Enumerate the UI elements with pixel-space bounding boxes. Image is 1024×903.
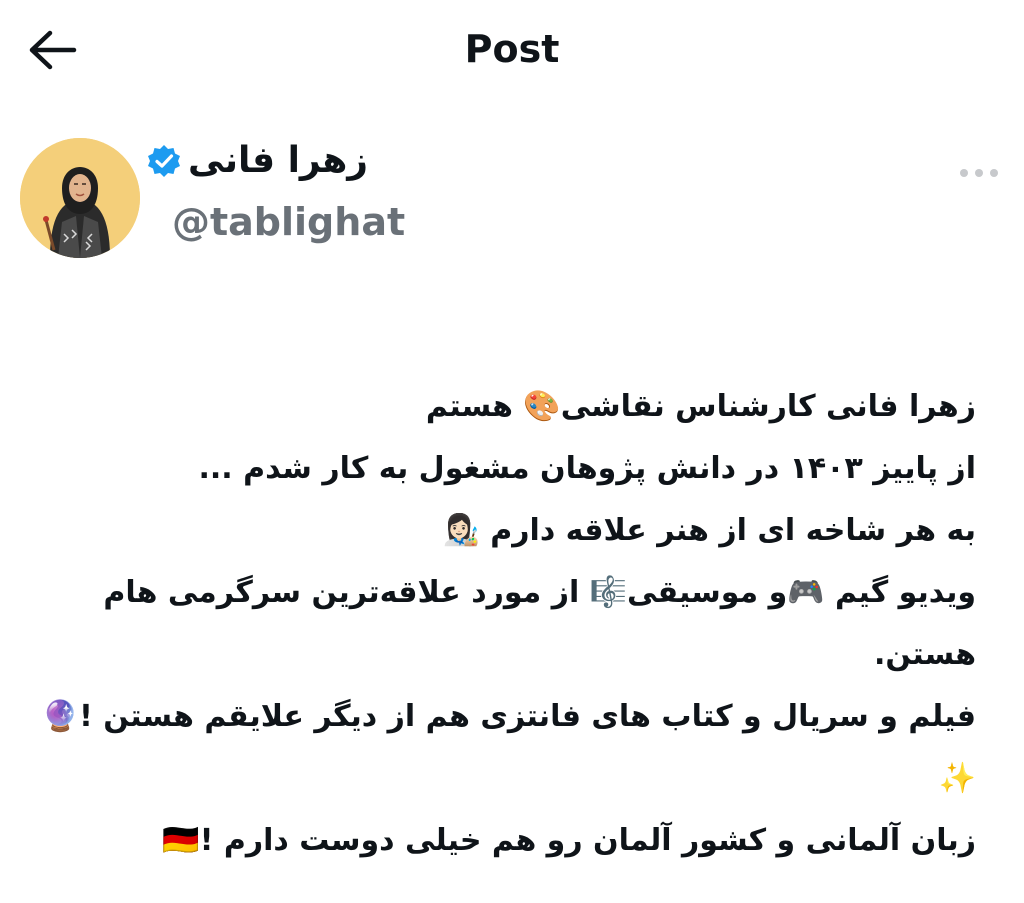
post-line: به هر شاخه ای از هنر علاقه دارم 👩🏻‍🎨 xyxy=(442,513,977,548)
verified-badge-icon xyxy=(148,145,181,177)
page-title: Post xyxy=(464,27,560,71)
post-line: از پاییز ۱۴۰۳ در دانش پژوهان مشغول به کا… xyxy=(198,451,976,486)
more-options-button[interactable] xyxy=(954,156,1004,190)
author-name[interactable]: زهرا فانی xyxy=(146,138,368,184)
top-bar: Post xyxy=(0,0,1024,100)
author-handle[interactable]: @tablighat xyxy=(172,196,405,248)
post-line: ویدیو گیم 🎮و موسیقی🎼 از مورد علاقه‌ترین … xyxy=(103,575,976,610)
post-text: زهرا فانی کارشناس نقاشی🎨 هستم از پاییز ۱… xyxy=(41,376,977,872)
avatar-illustration xyxy=(20,138,140,258)
author-name-text: زهرا فانی xyxy=(188,140,368,181)
post-line: زبان آلمانی و کشور آلمان رو هم خیلی دوست… xyxy=(162,823,976,858)
post-line: فیلم و سریال و کتاب های فانتزی هم از دیگ… xyxy=(41,699,976,734)
avatar[interactable] xyxy=(20,138,140,258)
more-horizontal-icon xyxy=(960,169,998,177)
post-line: ✨ xyxy=(938,761,976,796)
post-line: هستن. xyxy=(874,637,976,672)
post-line: زهرا فانی کارشناس نقاشی🎨 هستم xyxy=(425,389,976,424)
